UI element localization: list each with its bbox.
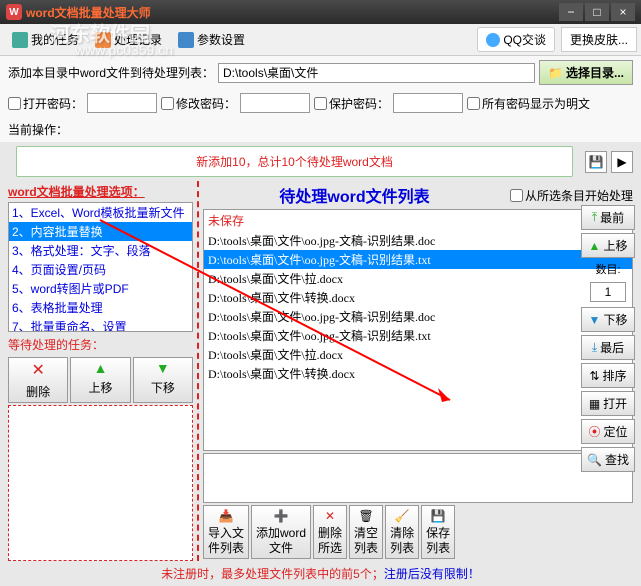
count-label: 数目:	[581, 261, 635, 277]
wait-delete-button[interactable]: ✕删除	[8, 357, 68, 403]
add-dir-label: 添加本目录中word文件到待处理列表：	[8, 64, 214, 81]
tasks-icon	[12, 32, 28, 48]
find-button[interactable]: 🔍查找	[581, 447, 635, 472]
file-item[interactable]: D:\tools\桌面\文件\转换.docx	[204, 364, 632, 383]
close-button[interactable]: ×	[611, 3, 635, 21]
option-item[interactable]: 2、内容批量替换	[9, 222, 192, 241]
bottom-icon: ⤓	[592, 340, 597, 355]
preview-box	[203, 453, 633, 503]
qq-chat-button[interactable]: QQ交谈	[477, 27, 555, 52]
add-dir-row: 添加本目录中word文件到待处理列表： 📁选择目录...	[0, 56, 641, 89]
status-message: 新添加10，总计10个待处理word文档	[16, 146, 573, 177]
down-icon: ▼	[589, 313, 601, 327]
options-list[interactable]: 1、Excel、Word模板批量新文件2、内容批量替换3、格式处理：文字、段落4…	[8, 202, 193, 332]
file-item[interactable]: D:\tools\桌面\文件\拉.docx	[204, 345, 632, 364]
open-button[interactable]: ▦打开	[581, 391, 635, 416]
wait-up-button[interactable]: ▲上移	[70, 357, 130, 403]
import-icon: 📥	[219, 509, 234, 523]
file-item[interactable]: D:\tools\桌面\文件\oo.jpg-文稿-识别结果.txt	[204, 326, 632, 345]
dir-path-input[interactable]	[218, 63, 535, 83]
up-icon: ▲	[589, 239, 601, 253]
open-pwd-check[interactable]: 打开密码：	[8, 95, 83, 112]
sort-icon: ⇅	[589, 369, 599, 383]
browse-dir-button[interactable]: 📁选择目录...	[539, 60, 633, 85]
add-word-button[interactable]: ➕添加word 文件	[251, 505, 311, 559]
minimize-button[interactable]: −	[559, 3, 583, 21]
file-item[interactable]: D:\tools\桌面\文件\oo.jpg-文稿-识别结果.doc	[204, 231, 632, 250]
clear-button[interactable]: 🗑清空 列表	[349, 505, 383, 559]
file-item[interactable]: D:\tools\桌面\文件\oo.jpg-文稿-识别结果.txt	[204, 250, 632, 269]
locate-icon: ⦿	[588, 423, 600, 440]
password-row: 打开密码： 修改密码： 保护密码： 所有密码显示为明文	[0, 89, 641, 117]
qq-icon	[486, 33, 500, 47]
clearlist-icon: 🧹	[395, 509, 410, 523]
protect-pwd-input[interactable]	[393, 93, 463, 113]
protect-pwd-check[interactable]: 保护密码：	[314, 95, 389, 112]
modify-pwd-input[interactable]	[240, 93, 310, 113]
locate-button[interactable]: ⦿定位	[581, 419, 635, 444]
option-item[interactable]: 1、Excel、Word模板批量新文件	[9, 203, 192, 222]
option-item[interactable]: 5、word转图片或PDF	[9, 279, 192, 298]
tab-settings[interactable]: 参数设置	[170, 27, 253, 52]
run-button[interactable]: ▶	[611, 151, 633, 173]
find-icon: 🔍	[587, 453, 602, 467]
save-button[interactable]: 💾	[585, 151, 607, 173]
option-item[interactable]: 3、格式处理：文字、段落	[9, 241, 192, 260]
unsaved-label: 未保存	[204, 210, 632, 231]
move-bottom-button[interactable]: ⤓最后	[581, 335, 635, 360]
file-item[interactable]: D:\tools\桌面\文件\转换.docx	[204, 288, 632, 307]
options-title: word文档批量处理选项：	[8, 181, 193, 202]
waiting-title: 等待处理的任务：	[8, 332, 193, 357]
register-link[interactable]: 注册后没有限制！	[384, 567, 480, 581]
app-logo-icon: W	[6, 4, 22, 20]
folder-icon: 📁	[548, 66, 563, 80]
delete-icon: ✕	[31, 360, 44, 380]
skin-button[interactable]: 更换皮肤...	[561, 27, 637, 52]
current-op-label: 当前操作：	[8, 121, 68, 138]
open-pwd-input[interactable]	[87, 93, 157, 113]
add-icon: ➕	[274, 509, 289, 523]
del-icon: ✕	[325, 509, 335, 523]
wait-down-button[interactable]: ▼下移	[133, 357, 193, 403]
from-selected-check[interactable]: 从所选条目开始处理	[510, 187, 633, 204]
sort-button[interactable]: ⇅排序	[581, 363, 635, 388]
footer: 未注册时，最多处理文件列表中的前5个；注册后没有限制！	[0, 561, 641, 586]
savelist-icon: 💾	[431, 509, 446, 523]
file-item[interactable]: D:\tools\桌面\文件\oo.jpg-文稿-识别结果.doc	[204, 307, 632, 326]
file-list[interactable]: 未保存 D:\tools\桌面\文件\oo.jpg-文稿-识别结果.docD:\…	[203, 209, 633, 451]
maximize-button[interactable]: □	[585, 3, 609, 21]
top-icon: ⤒	[592, 210, 597, 225]
settings-icon	[178, 32, 194, 48]
count-value: 1	[590, 282, 626, 302]
import-list-button[interactable]: 📥导入文 件列表	[203, 505, 249, 559]
show-plain-check[interactable]: 所有密码显示为明文	[467, 95, 590, 112]
move-top-button[interactable]: ⤒最前	[581, 205, 635, 230]
clear-list-button[interactable]: 🧹清除 列表	[385, 505, 419, 559]
waiting-list[interactable]	[8, 405, 193, 561]
save-list-button[interactable]: 💾保存 列表	[421, 505, 455, 559]
option-item[interactable]: 4、页面设置/页码	[9, 260, 192, 279]
move-up-button[interactable]: ▲上移	[581, 233, 635, 258]
open-icon: ▦	[589, 397, 600, 411]
file-item[interactable]: D:\tools\桌面\文件\拉.docx	[204, 269, 632, 288]
down-icon: ▼	[156, 360, 170, 376]
current-op-row: 当前操作：	[0, 117, 641, 142]
modify-pwd-check[interactable]: 修改密码：	[161, 95, 236, 112]
option-item[interactable]: 7、批量重命名、设置	[9, 317, 192, 332]
watermark-url: www.pc0359.cn	[75, 42, 173, 58]
up-icon: ▲	[94, 360, 108, 376]
delete-selected-button[interactable]: ✕删除 所选	[313, 505, 347, 559]
option-item[interactable]: 6、表格批量处理	[9, 298, 192, 317]
separator	[197, 181, 199, 561]
clear-icon: 🗑	[358, 509, 373, 523]
filelist-title: 待处理word文件列表	[203, 183, 506, 207]
move-down-button[interactable]: ▼下移	[581, 307, 635, 332]
